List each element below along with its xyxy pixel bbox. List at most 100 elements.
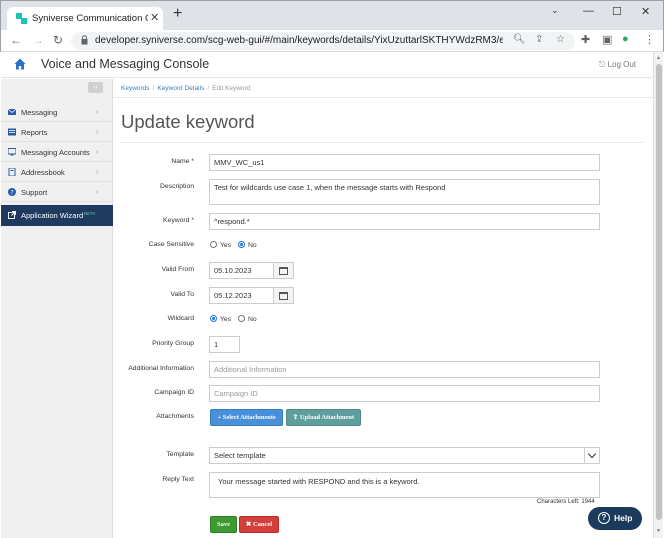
breadcrumb-keywords-link[interactable]: Keywords bbox=[121, 85, 150, 92]
cancel-button[interactable]: ✖ Cancel bbox=[239, 516, 279, 533]
wildcard-yes-radio[interactable] bbox=[210, 315, 217, 322]
calendar-icon[interactable] bbox=[274, 287, 294, 304]
chevron-down-icon[interactable] bbox=[584, 447, 600, 464]
addressbook-icon bbox=[8, 168, 16, 176]
sidebar-item-label: Messaging Accounts bbox=[21, 148, 90, 157]
valid-from-label: Valid From bbox=[161, 266, 194, 273]
characters-left-counter: Characters Left: 1944 bbox=[537, 499, 595, 505]
sidebar-item-addressbook[interactable]: Addressbook ‹ bbox=[1, 162, 113, 182]
template-label: Template bbox=[166, 451, 194, 458]
page-title: Update keyword bbox=[121, 111, 255, 132]
case-sensitive-group: Yes No bbox=[210, 241, 262, 249]
browser-tab[interactable]: Syniverse Communication Gatew ✕ bbox=[7, 7, 163, 31]
save-button[interactable]: Save bbox=[210, 516, 237, 533]
name-input[interactable]: MMV_WC_us1 bbox=[209, 154, 600, 171]
messaging-icon bbox=[8, 108, 16, 115]
sidebar-item-label: Reports bbox=[21, 128, 48, 137]
help-button[interactable]: ? Help bbox=[588, 507, 642, 530]
attachments-label: Attachments bbox=[156, 413, 194, 420]
radio-label: No bbox=[247, 242, 257, 249]
additional-info-input[interactable]: Additional Information bbox=[209, 361, 600, 378]
case-sensitive-no-radio[interactable] bbox=[237, 241, 245, 248]
sidebar-item-label: Addressbook bbox=[21, 168, 65, 177]
share-icon[interactable]: ⇪ bbox=[535, 34, 543, 45]
logout-link[interactable]: ⎋ Log Out bbox=[599, 60, 636, 70]
divider bbox=[121, 142, 644, 143]
wildcard-no-radio[interactable] bbox=[237, 315, 245, 322]
keyword-label: Keyword * bbox=[163, 217, 194, 224]
new-tab-icon[interactable]: + bbox=[173, 5, 182, 23]
divider bbox=[113, 97, 653, 98]
page-scrollbar[interactable]: ▲ ▼ bbox=[653, 52, 663, 538]
select-attachments-button[interactable]: + Select Attachments bbox=[210, 409, 283, 426]
sidebar: ‹› Messaging ‹ Reports ‹ Messaging Accou… bbox=[1, 79, 113, 538]
sidebar-item-messaging[interactable]: Messaging ‹ bbox=[1, 102, 113, 122]
help-label: Help bbox=[614, 513, 633, 523]
template-select[interactable]: Select template bbox=[209, 447, 600, 464]
scroll-down-icon[interactable]: ▼ bbox=[656, 528, 661, 534]
sidebar-collapse-button[interactable]: ‹› bbox=[88, 82, 103, 93]
maximize-icon[interactable]: ☐ bbox=[612, 5, 622, 18]
logout-label: Log Out bbox=[607, 60, 637, 69]
calendar-icon[interactable] bbox=[274, 262, 294, 279]
breadcrumb-keyword-details-link[interactable]: Keyword Details bbox=[157, 85, 204, 92]
valid-to-label: Valid To bbox=[170, 291, 194, 298]
reports-icon bbox=[8, 128, 16, 136]
question-circle-icon: ? bbox=[598, 512, 610, 524]
upload-attachment-label: Upload Attachment bbox=[299, 414, 355, 421]
browser-toolbar: ← → ↻ developer.syniverse.com/scg-web-gu… bbox=[0, 30, 664, 52]
additional-info-label: Additional Information bbox=[128, 365, 194, 372]
zoom-icon[interactable]: 🔍︎ bbox=[513, 34, 526, 45]
chevron-left-icon: ‹ bbox=[96, 147, 99, 156]
breadcrumb: Keywords / Keyword Details / Edit Keyword bbox=[121, 85, 251, 92]
case-sensitive-yes-radio[interactable] bbox=[210, 241, 217, 248]
reload-icon[interactable]: ↻ bbox=[53, 33, 63, 47]
sidebar-item-reports[interactable]: Reports ‹ bbox=[1, 122, 113, 142]
description-textarea[interactable]: Test for wildcards use case 1, when the … bbox=[209, 179, 600, 205]
upload-attachment-button[interactable]: ⇪ Upload Attachment bbox=[286, 409, 361, 426]
forward-icon[interactable]: → bbox=[32, 33, 44, 47]
beta-badge: BETA bbox=[84, 211, 96, 216]
breadcrumb-current: Edit Keyword bbox=[212, 85, 251, 92]
name-label: Name * bbox=[171, 158, 194, 165]
extensions-icon[interactable]: ✚ bbox=[581, 33, 590, 46]
reply-text-textarea[interactable]: Your message started with RESPOND and th… bbox=[209, 472, 600, 498]
priority-group-input[interactable]: 1 bbox=[209, 336, 240, 353]
campaign-id-label: Campaign ID bbox=[154, 389, 194, 396]
chevron-left-icon: ‹ bbox=[96, 127, 99, 136]
chevron-left-icon: ‹ bbox=[96, 107, 99, 116]
tab-close-icon[interactable]: ✕ bbox=[150, 11, 159, 24]
valid-from-input[interactable]: 05.10.2023 bbox=[209, 262, 274, 279]
home-icon[interactable] bbox=[14, 58, 26, 70]
side-panel-icon[interactable]: ▣ bbox=[602, 33, 612, 46]
radio-label: No bbox=[247, 316, 257, 323]
scroll-up-icon[interactable]: ▲ bbox=[656, 55, 661, 61]
template-selected-value: Select template bbox=[214, 451, 266, 460]
upload-icon: ⇪ bbox=[292, 414, 299, 421]
browser-tab-title: Syniverse Communication Gatew bbox=[32, 13, 148, 24]
chevron-left-icon: ‹ bbox=[96, 167, 99, 176]
minimize-icon[interactable]: — bbox=[583, 5, 594, 17]
window-close-icon[interactable]: ✕ bbox=[641, 5, 650, 18]
radio-label: Yes bbox=[220, 242, 232, 249]
radio-label: Yes bbox=[220, 316, 232, 323]
lock-icon bbox=[81, 35, 88, 45]
back-icon[interactable]: ← bbox=[10, 33, 22, 47]
chrome-menu-icon[interactable]: ⋮ bbox=[644, 33, 655, 46]
campaign-id-input[interactable]: Campaign ID bbox=[209, 385, 600, 402]
priority-group-label: Priority Group bbox=[152, 340, 194, 347]
valid-to-input[interactable]: 05.12.2023 bbox=[209, 287, 274, 304]
case-sensitive-label: Case Sensitive bbox=[148, 241, 194, 248]
profile-avatar[interactable]: ● bbox=[622, 33, 629, 45]
bookmark-star-icon[interactable]: ☆ bbox=[556, 34, 565, 45]
keyword-input[interactable]: ^respond.* bbox=[209, 213, 600, 230]
address-bar[interactable]: developer.syniverse.com/scg-web-gui/#/ma… bbox=[71, 32, 575, 50]
scroll-thumb[interactable] bbox=[656, 64, 662, 520]
description-label: Description bbox=[160, 183, 194, 190]
app-header: Voice and Messaging Console ⎋ Log Out bbox=[1, 52, 653, 78]
cancel-label: Cancel bbox=[252, 521, 273, 528]
url-text: developer.syniverse.com/scg-web-gui/#/ma… bbox=[95, 35, 503, 46]
sidebar-item-label: Messaging bbox=[21, 108, 58, 117]
close-icon: ✖ bbox=[245, 521, 252, 528]
tab-search-icon[interactable]: ⌄ bbox=[551, 5, 559, 16]
